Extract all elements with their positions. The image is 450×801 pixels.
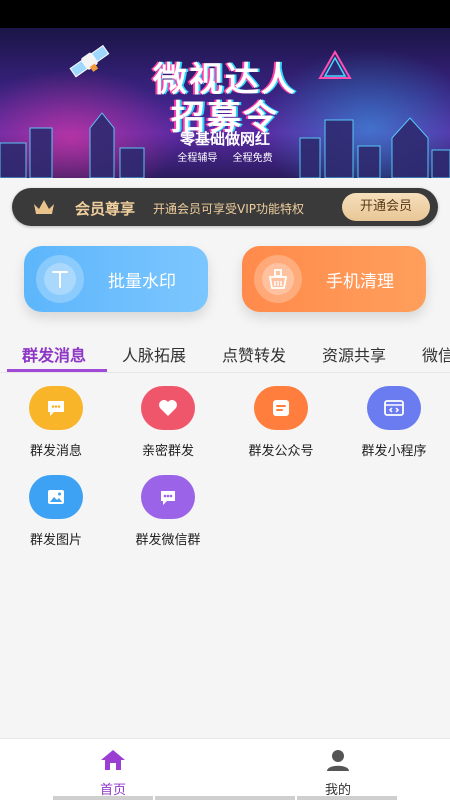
nav-mine[interactable]: 我的	[282, 749, 394, 798]
grid-icon-circle	[141, 475, 195, 519]
grid-item-official-account[interactable]: 群发公众号	[225, 386, 337, 459]
grid-label: 群发小程序	[361, 444, 427, 459]
open-membership-button[interactable]: 开通会员	[342, 193, 430, 221]
grid-item-mass-message[interactable]: 群发消息	[0, 386, 112, 459]
user-icon	[327, 750, 349, 771]
banner-tag: 全程辅导	[177, 153, 218, 164]
status-bar	[0, 0, 450, 28]
vip-description: 开通会员可享受VIP功能特权	[153, 202, 304, 216]
nav-divider	[297, 796, 397, 800]
nav-home[interactable]: 首页	[57, 749, 169, 798]
card-label: 批量水印	[108, 272, 176, 292]
tab-wechat[interactable]: 微信	[422, 342, 450, 366]
banner-subtitle: 零基础做网红	[179, 130, 270, 148]
text-watermark-icon	[52, 271, 68, 288]
batch-watermark-card[interactable]: 批量水印	[24, 246, 208, 312]
grid-item-send-image[interactable]: 群发图片	[0, 475, 112, 548]
tab-mass-message[interactable]: 群发消息	[22, 342, 86, 366]
broom-clean-icon	[268, 269, 288, 289]
grid-item-mini-program[interactable]: 群发小程序	[338, 386, 450, 459]
grid-label: 群发微信群	[135, 533, 201, 548]
grid-label: 群发图片	[29, 533, 82, 548]
card-icon-circle	[254, 255, 302, 303]
grid-icon-circle	[367, 386, 421, 430]
nav-divider	[53, 796, 153, 800]
grid-icon-circle	[29, 386, 83, 430]
tab-resource-share[interactable]: 资源共享	[322, 342, 386, 366]
grid-icon-circle	[29, 475, 83, 519]
bottom-navigation: 首页 我的	[0, 738, 450, 801]
chat-bubble-icon	[48, 401, 64, 416]
vip-membership-bar[interactable]: 会员尊享 开通会员可享受VIP功能特权 开通会员	[12, 188, 438, 226]
banner-tag: 全程免费	[232, 153, 273, 164]
heart-icon	[159, 400, 177, 416]
category-tabs: 群发消息 人脉拓展 点赞转发 资源共享 微信	[0, 334, 450, 373]
phone-clean-card[interactable]: 手机清理	[242, 246, 426, 312]
banner-tags: 全程辅导 全程免费	[0, 149, 450, 164]
grid-item-wechat-group[interactable]: 群发微信群	[112, 475, 224, 548]
group-chat-icon	[161, 491, 175, 505]
grid-icon-circle	[254, 386, 308, 430]
tab-like-forward[interactable]: 点赞转发	[222, 342, 286, 366]
grid-label: 群发公众号	[248, 444, 314, 459]
crown-icon	[34, 200, 54, 214]
card-icon-circle	[36, 255, 84, 303]
image-icon	[48, 490, 64, 504]
grid-icon-circle	[141, 386, 195, 430]
home-icon	[101, 750, 125, 770]
vip-title: 会员尊享	[75, 200, 136, 218]
grid-label: 群发消息	[29, 444, 82, 459]
active-tab-indicator	[7, 369, 107, 372]
nav-divider	[155, 796, 295, 800]
card-label: 手机清理	[326, 272, 394, 292]
article-icon	[273, 400, 289, 416]
grid-label: 亲密群发	[141, 444, 194, 459]
tab-network-expand[interactable]: 人脉拓展	[122, 342, 186, 366]
grid-item-intimate-send[interactable]: 亲密群发	[112, 386, 224, 459]
mini-program-icon	[384, 400, 404, 416]
promo-banner[interactable]: 微视达人 招募令 零基础做网红 全程辅导 全程免费	[0, 28, 450, 178]
